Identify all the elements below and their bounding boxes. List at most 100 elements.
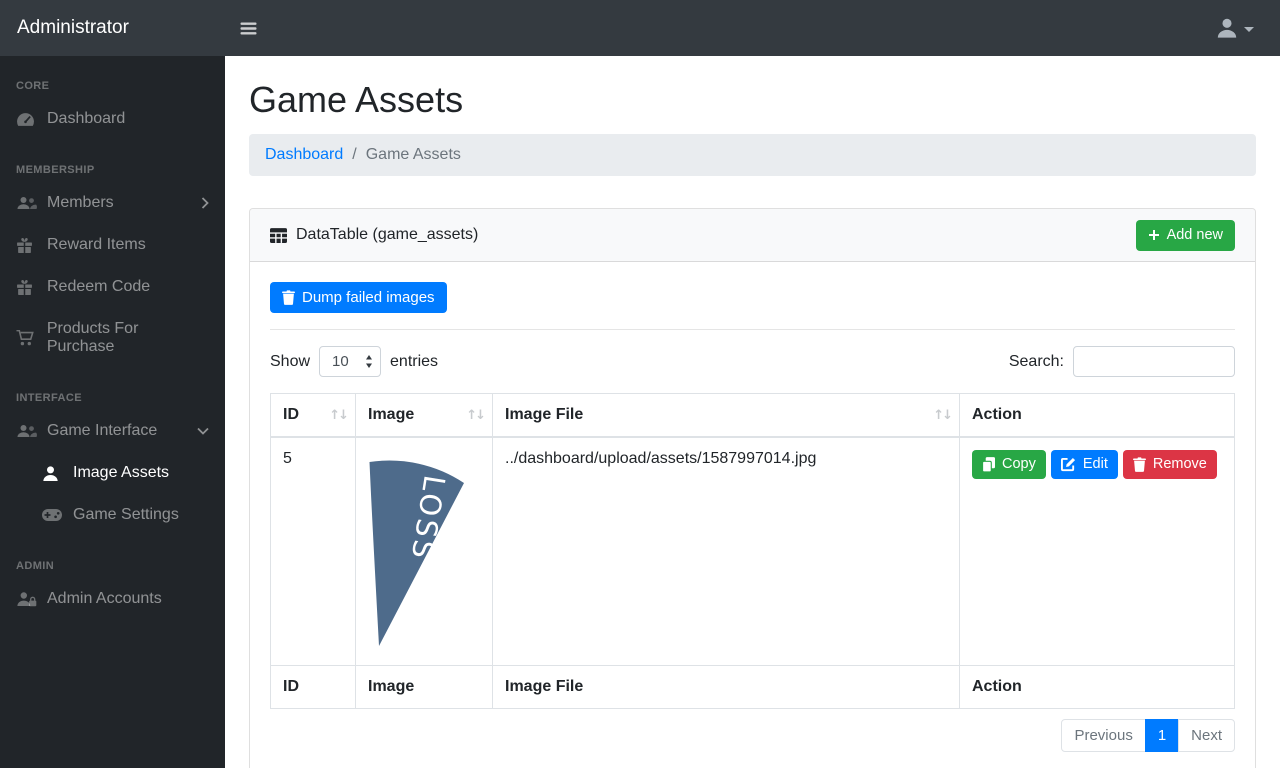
add-new-label: Add new bbox=[1166, 226, 1223, 243]
sidebar-item-label: Reward Items bbox=[47, 236, 146, 253]
gift-icon bbox=[16, 237, 38, 254]
chevron-down-icon bbox=[197, 427, 209, 435]
column-header-image[interactable]: Image ↑↓ bbox=[355, 393, 493, 438]
cell-id: 5 bbox=[270, 436, 356, 666]
entries-select[interactable]: 10 bbox=[319, 346, 382, 377]
search-input[interactable] bbox=[1073, 346, 1235, 377]
sidebar: CORE Dashboard MEMBERSHIP Members Reward… bbox=[0, 56, 225, 768]
caret-down-icon bbox=[1244, 26, 1254, 32]
gamepad-icon bbox=[42, 508, 64, 522]
sidebar-item-game-interface[interactable]: Game Interface bbox=[0, 410, 225, 452]
cell-image-file: ../dashboard/upload/assets/1587997014.jp… bbox=[492, 436, 960, 666]
table-icon bbox=[270, 227, 287, 243]
breadcrumb-current: Game Assets bbox=[365, 146, 461, 163]
sidebar-heading-core: CORE bbox=[16, 80, 50, 92]
length-label-after: entries bbox=[390, 352, 439, 370]
pagination: Previous 1 Next bbox=[270, 719, 1235, 752]
footer-action: Action bbox=[959, 665, 1235, 709]
footer-image-file: Image File bbox=[492, 665, 960, 709]
sort-icon: ↑↓ bbox=[933, 408, 953, 423]
search-label: Search: bbox=[1008, 352, 1064, 370]
table-controls: Show 10 entries Search: bbox=[270, 346, 1235, 377]
user-lock-icon bbox=[16, 591, 38, 607]
sidebar-heading-membership: MEMBERSHIP bbox=[16, 164, 95, 176]
cart-icon bbox=[16, 330, 38, 346]
sidebar-item-redeem-code[interactable]: Redeem Code bbox=[0, 266, 225, 308]
remove-button[interactable]: Remove bbox=[1122, 450, 1217, 479]
brand-link[interactable]: Administrator bbox=[0, 17, 225, 39]
sidebar-item-dashboard[interactable]: Dashboard bbox=[0, 98, 225, 140]
hamburger-icon bbox=[240, 21, 257, 36]
sidebar-item-admin-accounts[interactable]: Admin Accounts bbox=[0, 578, 225, 620]
sort-icon: ↑↓ bbox=[466, 408, 486, 423]
dump-failed-images-label: Dump failed images bbox=[302, 289, 435, 306]
sidebar-item-label: Members bbox=[47, 194, 114, 211]
trash-icon bbox=[282, 290, 295, 305]
cell-image: LOSS bbox=[355, 436, 493, 666]
table-header-row: ID ↑↓ Image ↑↓ Image File ↑↓ Action bbox=[270, 393, 1235, 438]
asset-wheel-segment-image: LOSS bbox=[368, 450, 465, 648]
sidebar-item-label: Image Assets bbox=[73, 464, 170, 481]
edit-button[interactable]: Edit bbox=[1050, 450, 1118, 479]
breadcrumb-dashboard-link[interactable]: Dashboard bbox=[265, 146, 343, 164]
edit-icon bbox=[1060, 457, 1076, 472]
plus-icon bbox=[1148, 229, 1160, 241]
pagination-page-1[interactable]: 1 bbox=[1144, 719, 1180, 752]
user-icon bbox=[1216, 17, 1238, 39]
sidebar-item-label: Game Interface bbox=[47, 422, 158, 439]
column-header-id[interactable]: ID ↑↓ bbox=[270, 393, 356, 438]
dump-failed-images-button[interactable]: Dump failed images bbox=[270, 282, 447, 313]
top-navbar: Administrator bbox=[0, 0, 1280, 56]
sidebar-item-label: Redeem Code bbox=[47, 278, 151, 295]
main-content: Game Assets Dashboard / Game Assets Data… bbox=[225, 56, 1280, 768]
card-title: DataTable (game_assets) bbox=[270, 226, 478, 244]
footer-id: ID bbox=[270, 665, 356, 709]
page-title: Game Assets bbox=[249, 79, 464, 120]
column-header-action: Action bbox=[959, 393, 1235, 438]
card-body: Dump failed images Show 10 entries Searc… bbox=[250, 262, 1255, 768]
table-row: 5 LOSS ../dashboard/upload/assets/158799… bbox=[270, 436, 1235, 666]
sidebar-toggle-button[interactable] bbox=[234, 15, 263, 42]
users-icon bbox=[16, 195, 38, 211]
person-icon bbox=[42, 465, 64, 482]
length-control: Show 10 entries bbox=[270, 346, 438, 377]
sidebar-item-label: Game Settings bbox=[73, 506, 179, 523]
copy-button[interactable]: Copy bbox=[972, 450, 1046, 479]
datatable-card: DataTable (game_assets) Add new Dump fai… bbox=[249, 208, 1256, 768]
card-header: DataTable (game_assets) Add new bbox=[250, 209, 1255, 262]
select-arrows-icon bbox=[365, 355, 373, 368]
column-header-image-file[interactable]: Image File ↑↓ bbox=[492, 393, 960, 438]
sidebar-item-game-settings[interactable]: Game Settings bbox=[0, 494, 225, 536]
copy-icon bbox=[982, 457, 995, 472]
tachometer-icon bbox=[16, 111, 38, 128]
sidebar-heading-interface: INTERFACE bbox=[16, 392, 82, 404]
pagination-previous[interactable]: Previous bbox=[1061, 719, 1146, 752]
sort-icon: ↑↓ bbox=[329, 408, 349, 423]
chevron-right-icon bbox=[201, 197, 209, 209]
pagination-next[interactable]: Next bbox=[1178, 719, 1235, 752]
breadcrumb: Dashboard / Game Assets bbox=[249, 134, 1256, 176]
footer-image: Image bbox=[355, 665, 493, 709]
sidebar-item-label: Products For Purchase bbox=[46, 320, 139, 355]
breadcrumb-separator: / bbox=[352, 146, 357, 163]
user-menu[interactable] bbox=[1216, 17, 1254, 39]
sidebar-item-reward-items[interactable]: Reward Items bbox=[0, 224, 225, 266]
users-icon bbox=[16, 423, 38, 439]
cell-action: Copy Edit Remove bbox=[959, 436, 1235, 666]
card-title-text: DataTable (game_assets) bbox=[296, 226, 479, 243]
table-footer-row: ID Image Image File Action bbox=[270, 665, 1235, 709]
add-new-button[interactable]: Add new bbox=[1135, 219, 1235, 251]
trash-icon bbox=[1132, 457, 1146, 472]
sidebar-item-label: Dashboard bbox=[47, 110, 126, 127]
length-label-before: Show bbox=[270, 352, 311, 370]
sidebar-item-label: Admin Accounts bbox=[47, 590, 162, 607]
data-table: ID ↑↓ Image ↑↓ Image File ↑↓ Action 5 LO… bbox=[270, 393, 1235, 709]
sidebar-item-members[interactable]: Members bbox=[0, 182, 225, 224]
sidebar-item-image-assets[interactable]: Image Assets bbox=[0, 452, 225, 494]
sidebar-heading-admin: ADMIN bbox=[16, 560, 55, 572]
entries-select-value: 10 bbox=[332, 353, 349, 370]
divider bbox=[270, 329, 1235, 330]
gift-icon bbox=[16, 279, 38, 296]
sidebar-item-products-for-purchase[interactable]: Products For Purchase bbox=[0, 308, 225, 368]
search-control: Search: bbox=[1009, 346, 1235, 377]
